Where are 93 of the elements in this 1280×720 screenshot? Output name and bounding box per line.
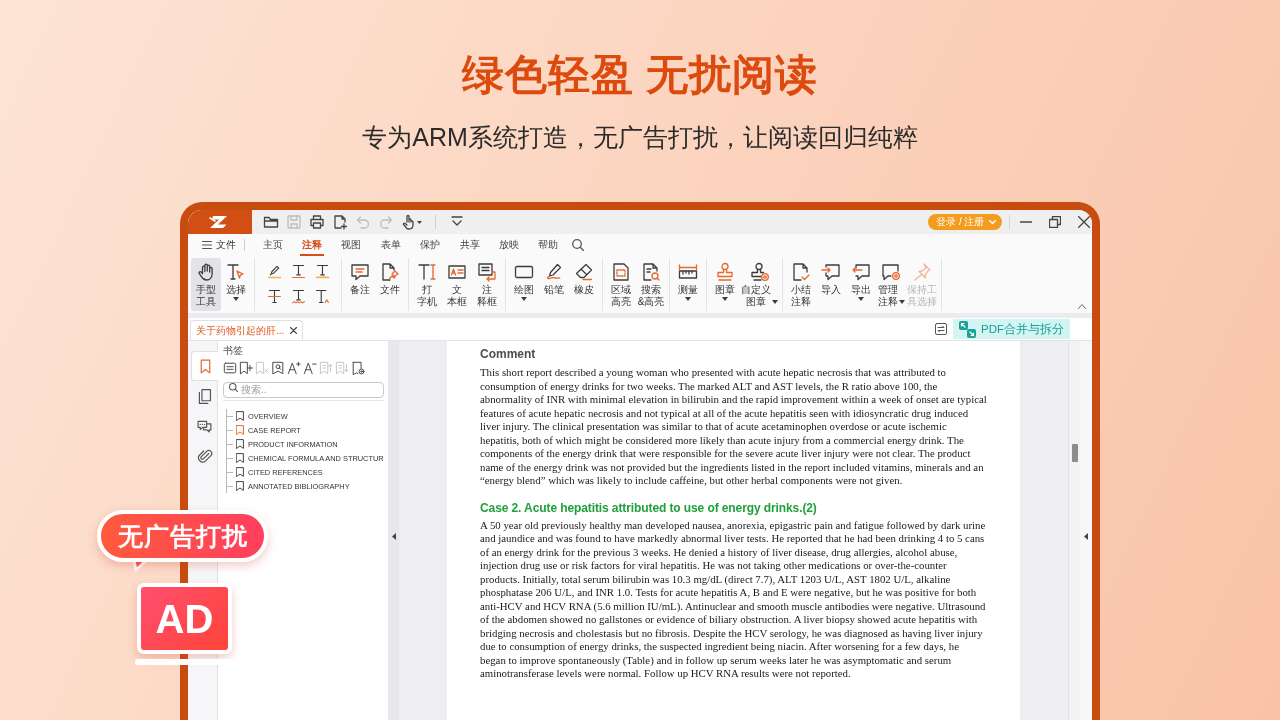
comment-export-icon [851, 262, 871, 282]
ribbon-tool-button[interactable]: 橡皮 [569, 258, 599, 311]
swap-icon[interactable] [935, 323, 947, 335]
strikethrough-icon [265, 287, 283, 305]
comment-import-icon [821, 262, 841, 282]
paperclip-icon [196, 447, 213, 465]
print-icon[interactable] [308, 214, 325, 230]
dashed-area-icon [611, 262, 631, 282]
caret-icon [685, 297, 691, 301]
collapse-arrow-icon[interactable] [1084, 533, 1088, 540]
ruler-icon [678, 262, 698, 282]
ribbon-tab[interactable]: 视图 [331, 234, 372, 256]
folder-icon[interactable] [262, 214, 279, 230]
ribbon-tool-button[interactable]: 搜索 &高亮 [636, 258, 666, 311]
ribbon-tab[interactable]: 保护 [410, 234, 450, 256]
search-icon[interactable] [572, 239, 585, 251]
chevron-up-icon[interactable] [1078, 304, 1086, 309]
new-document-icon[interactable] [331, 214, 348, 230]
ribbon-tool-button[interactable]: 自定义 图章 [740, 258, 779, 311]
close-icon[interactable] [1077, 216, 1090, 228]
file-pin-icon [380, 262, 400, 282]
ribbon-tab[interactable]: 表单 [371, 234, 411, 256]
underline-icon [289, 262, 307, 280]
ribbon-tool-button[interactable]: 铅笔 [539, 258, 569, 311]
hand-pointer-icon[interactable] [400, 214, 423, 230]
textbox-icon [447, 262, 467, 282]
ribbon-tab[interactable]: 放映 [489, 234, 529, 256]
bookmark-settings-icon[interactable] [351, 361, 365, 375]
caret-icon [521, 297, 527, 301]
caret-icon [772, 300, 778, 304]
ribbon-tool-button[interactable]: 区域 高亮 [606, 258, 636, 311]
ribbon-tool-button[interactable]: 打 字机 [412, 258, 442, 311]
ribbon-tab[interactable]: 共享 [449, 234, 490, 256]
font-decrease-icon[interactable] [303, 361, 317, 375]
file-menu[interactable]: 文件 [202, 234, 236, 256]
ribbon-tab[interactable]: 主页 [253, 234, 293, 256]
ribbon-tool-button[interactable]: 注 释框 [472, 258, 502, 311]
chevron-down-icon [988, 219, 996, 225]
ribbon-tool-button[interactable]: 导出 [846, 258, 876, 311]
typewriter-icon [417, 262, 437, 282]
ribbon-tool-button[interactable]: 选择 [221, 258, 251, 311]
caret-icon [233, 297, 239, 301]
pushpin-icon [912, 262, 932, 282]
hand-icon [196, 262, 216, 282]
bookmark-search-icon[interactable] [271, 361, 285, 375]
eraser-icon [574, 262, 594, 282]
ribbon-tool-button[interactable]: 文件 [375, 258, 405, 311]
ribbon-tool-button[interactable]: 文 本框 [442, 258, 472, 311]
search-icon [229, 382, 238, 392]
case-heading: Case 2. Acute hepatitis attributed to use of energy drinks.(2) [480, 499, 818, 517]
subheadline: 专为ARM系统打造，无广告打扰，让阅读回归纯粹 [361, 122, 919, 152]
caret-icon [858, 297, 864, 301]
document-check-icon [791, 262, 811, 282]
collapse-arrow-icon[interactable] [391, 533, 396, 540]
caret-icon [722, 297, 728, 301]
text-select-icon [226, 262, 246, 282]
stamp-icon [715, 262, 735, 282]
ribbon-tool-button[interactable]: 导入 [816, 258, 846, 311]
close-icon[interactable] [290, 327, 298, 334]
note-icon [350, 262, 370, 282]
ad-text: AD [155, 596, 214, 641]
callout-text: 无广告打扰 [117, 520, 248, 552]
ribbon-tab[interactable]: 帮助 [528, 234, 569, 256]
body-paragraph: This short report described a young woman who presented with acute hepatic necrosis that was attributed to consumption of energy drinks for two weeks. The marked ALT and AST levels, the R ratio above 100, the abnormality of INR with minimal elevation in bilirubin and the rapid improvement within a week of onset are typical features of acute hepatic necrosis and not typical at all of the acute hepatitis seen with idiosyncratic drug induced liver injury. The clinical presentation was similar to that of acute acetaminophen overdose or acute ischemic hepatitis, both of which might be considered more likely than acute injury from a commercial energy drink. The components of the energy drink that were responsible for the severe acute liver injury were not clear. The product name of the energy drink was not provided but the ingredients listed in the report included vitamins, minerals and an “energy blend” which was likely to include caffeine, but other herbal components were not given. [480, 366, 987, 488]
bookmark-add-icon[interactable] [239, 361, 253, 375]
document-tab[interactable]: 关于药物引起的肝... [190, 320, 304, 340]
squiggly-underline-icon [289, 287, 307, 305]
caret-icon [898, 300, 905, 304]
section-heading: Comment [480, 346, 537, 362]
headline: 绿色轻盈 无扰阅读 [460, 50, 820, 100]
list-icon[interactable] [223, 361, 237, 375]
ribbon-tool-button[interactable]: 管理 注释 [876, 258, 906, 311]
ribbon-tool-button[interactable]: 测量 [673, 258, 703, 311]
scrollbar-thumb[interactable] [1071, 444, 1078, 462]
restore-icon[interactable] [1048, 216, 1061, 228]
callout-icon [477, 262, 497, 282]
search-field[interactable]: 搜索.. [223, 381, 384, 398]
ribbon-tool-button[interactable]: 手型 工具 [191, 258, 221, 311]
pages-icon [196, 387, 213, 405]
panel-title: 书签 [223, 344, 244, 357]
document-search-icon [641, 262, 661, 282]
ribbon-tool-button[interactable]: 图章 [710, 258, 740, 311]
ribbon-tool-button[interactable]: 备注 [345, 258, 375, 311]
stamp-gear-icon [749, 262, 770, 282]
text-insert-icon [313, 287, 331, 305]
comment-gear-icon [881, 262, 901, 282]
font-increase-icon[interactable] [287, 361, 301, 375]
ribbon-tool-button[interactable]: 小结 注释 [786, 258, 816, 311]
text-highlight-icon [313, 262, 331, 280]
body-paragraph: A 50 year old previously healthy man developed nausea, anorexia, epigastric pain and fatigue followed by dark urine and jaundice and was found to have markedly abnormal liver tests. He reported that he had been drinking 4 to 5 cans of an energy drink for the previous 3 weeks. He denied a history of liver disease, drug allergies, alcohol abuse, injection drug use or risk factors for viral hepatitis. He was not taking other medications or over-the-counter products. Initially, total serum bilirubin was 10.3 mg/dL (direct 7.7), ALT 1203 U/L, AST 1802 U/L, alkaline phosphatase 206 U/L, and INR 1.0. Tests for acute hepatitis A, B and E were negative, but he was positive for both anti-HCV and HCV RNA (5.6 million IU/mL). Antinuclear and smooth muscle antibodies were negative. Ultrasound of the abdomen showed no gallstones or evidence of biliary obstruction. A liver biopsy showed acute hepatitis with bridging necrosis and cholestasis but no fibrosis. Despite the HCV serology, he was diagnosed as having liver injury due to consumption of energy drinks, the suspected ingredient being niacin. After worsening for a few days, he began to improve spontaneously (Table) and in follow up serum weeks later he was asymptomatic and serum aminotransferase levels were normal. Follow up HCV RNA results were not reported. [480, 518, 987, 681]
menu-icon [202, 241, 212, 249]
pencil-icon [544, 262, 564, 282]
ribbon-tool-button[interactable]: 绘图 [509, 258, 539, 311]
